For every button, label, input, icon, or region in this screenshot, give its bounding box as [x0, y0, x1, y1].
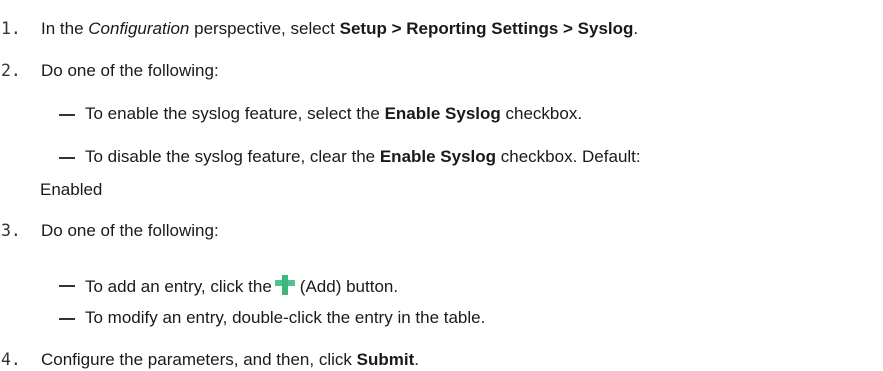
option-text: checkbox. Default: — [496, 147, 641, 166]
menu-path: Setup > Reporting Settings > Syslog — [339, 19, 634, 38]
default-value: Enabled — [40, 180, 103, 199]
dash-bullet — [59, 114, 75, 116]
step-1-pre: In the — [41, 19, 89, 38]
dash-bullet — [59, 285, 75, 287]
step-1-end: . — [633, 19, 639, 38]
step-3-number: 3. — [1, 221, 21, 240]
step-4-number: 4. — [1, 350, 21, 369]
step-4-pre: Configure the parameters, and then, clic… — [41, 350, 357, 369]
dash-bullet — [59, 157, 75, 159]
step-3-option-1: To add an entry, click the (Add) button. — [85, 275, 398, 297]
step-3-option-2: To modify an entry, double-click the ent… — [85, 308, 486, 327]
step-1-text: In the Configuration perspective, select… — [41, 19, 638, 39]
add-plus-icon — [274, 275, 295, 295]
step-4-text: Configure the parameters, and then, clic… — [41, 350, 419, 370]
option-text: To add an entry, click the — [85, 277, 272, 296]
step-1-number: 1. — [1, 19, 21, 38]
step-4-end: . — [414, 350, 419, 369]
step-2-text: Do one of the following: — [41, 61, 219, 80]
step-2-option-2: To disable the syslog feature, clear the… — [85, 147, 641, 167]
option-text: (Add) button. — [299, 277, 399, 296]
dash-bullet — [59, 318, 75, 320]
option-text: checkbox. — [500, 104, 583, 123]
submit-label: Submit — [356, 350, 415, 369]
step-2-number: 2. — [1, 61, 21, 80]
step-3-text: Do one of the following: — [41, 221, 219, 240]
enable-syslog-label: Enable Syslog — [379, 147, 497, 166]
option-text: To enable the syslog feature, select the — [85, 104, 385, 123]
perspective-name: Configuration — [88, 19, 190, 38]
option-text: To disable the syslog feature, clear the — [85, 147, 380, 166]
step-2-option-1: To enable the syslog feature, select the… — [85, 104, 582, 124]
enable-syslog-label: Enable Syslog — [384, 104, 501, 123]
step-1-mid: perspective, select — [189, 19, 340, 38]
